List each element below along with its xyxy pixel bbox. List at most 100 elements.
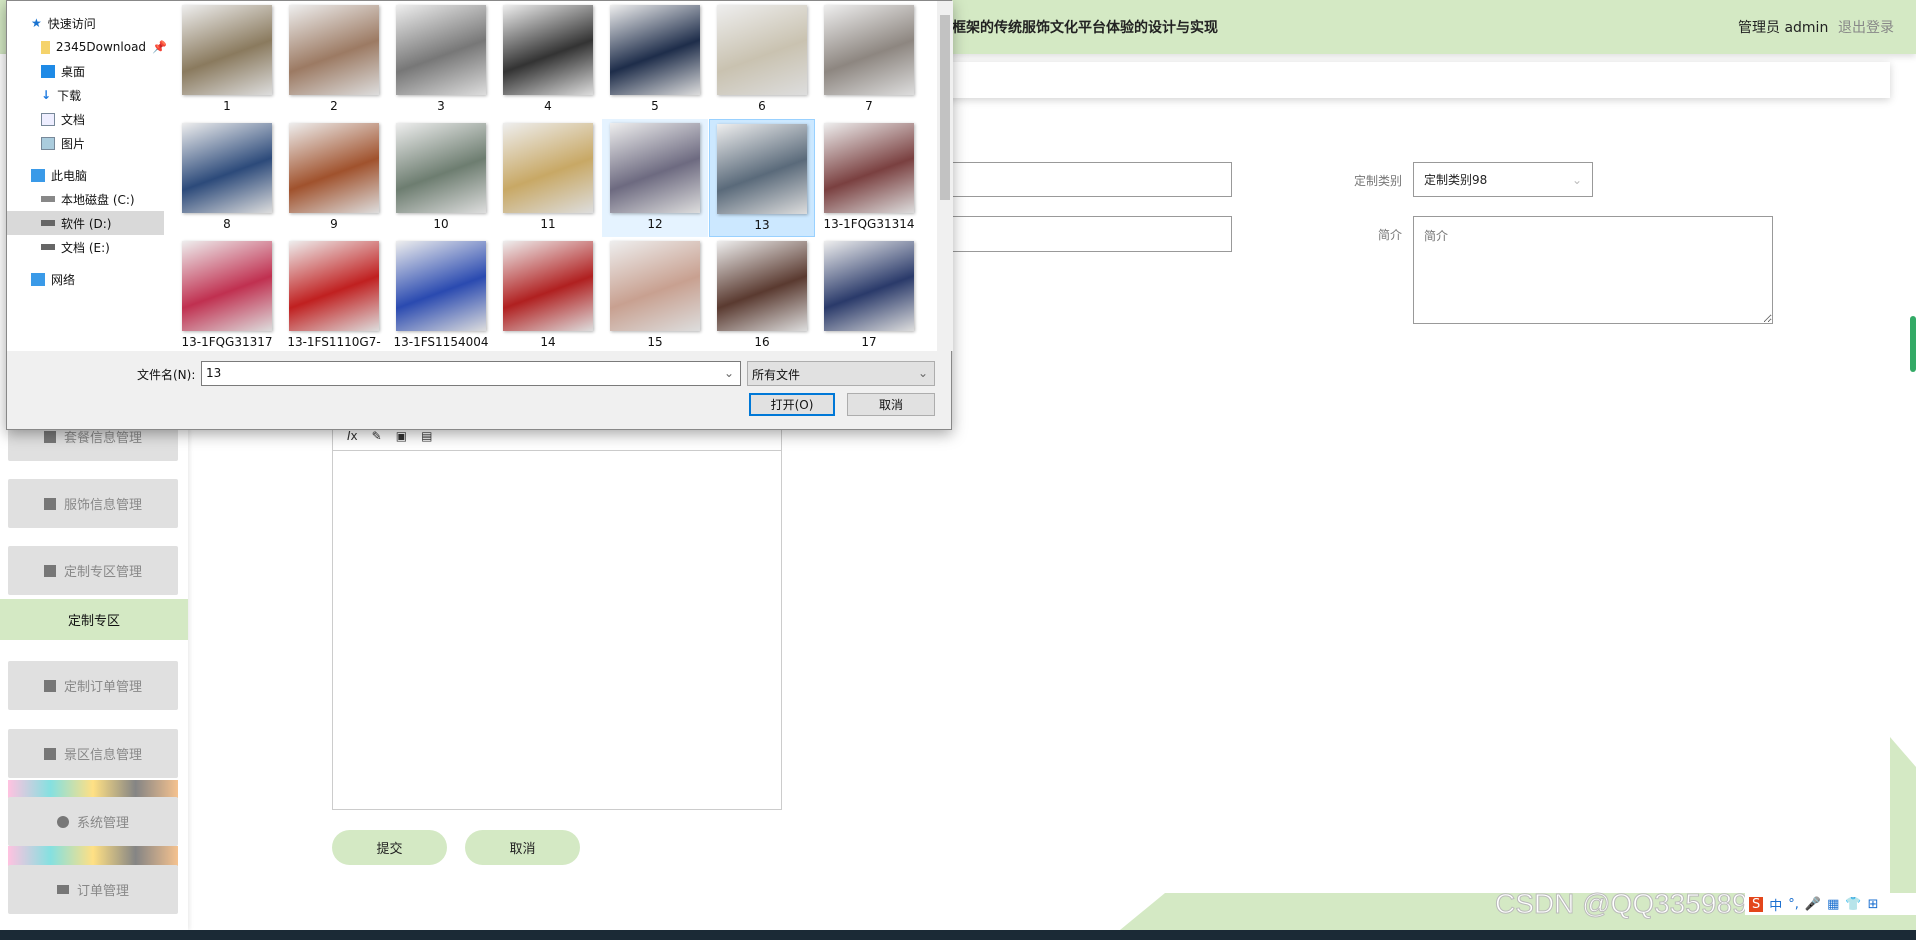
- file-thumbnail: [824, 5, 914, 95]
- file-item[interactable]: 1: [174, 1, 280, 119]
- file-item[interactable]: 10: [388, 119, 494, 237]
- dialog-cancel-button[interactable]: 取消: [847, 393, 935, 416]
- save-icon[interactable]: ▤: [421, 429, 432, 443]
- sidebar-item-label: 订单管理: [76, 884, 129, 899]
- skin-icon[interactable]: 👕: [1845, 897, 1861, 912]
- drive-icon: [41, 244, 55, 250]
- file-item[interactable]: 6: [709, 1, 815, 119]
- file-item[interactable]: 5: [602, 1, 708, 119]
- file-thumbnail: [503, 123, 593, 213]
- nav-this-pc[interactable]: 此电脑: [7, 163, 167, 187]
- file-thumbnail: [503, 5, 593, 95]
- logout-link[interactable]: 退出登录: [1838, 17, 1894, 37]
- filename-input[interactable]: 13 ⌄: [201, 361, 741, 386]
- link-icon[interactable]: ✎: [372, 429, 382, 443]
- clear-format-icon[interactable]: Ix: [347, 429, 358, 443]
- cancel-button[interactable]: 取消: [465, 830, 580, 865]
- file-name: 9: [330, 217, 338, 231]
- file-open-dialog: ★ 快速访问 2345Download 📌 桌面 ↓ 下载 文档 图片 此电脑 本地磁…: [6, 0, 953, 430]
- chevron-down-icon: ⌄: [917, 366, 928, 380]
- ime-toolbar: S 中 °, 🎤 ▦ 👕 ⊞: [1745, 893, 1916, 915]
- keyboard-icon[interactable]: ▦: [1827, 897, 1839, 912]
- chevron-down-icon[interactable]: ⌄: [724, 366, 734, 380]
- file-item[interactable]: 13-1FQG31314: [816, 119, 922, 237]
- file-name: 5: [651, 99, 659, 113]
- file-item[interactable]: 7: [816, 1, 922, 119]
- nav-downloads[interactable]: ↓ 下载: [7, 83, 167, 107]
- file-thumbnail: [824, 123, 914, 213]
- filename-label: 文件名(N):: [137, 368, 196, 382]
- punct-icon[interactable]: °,: [1788, 897, 1799, 912]
- side-scroll-handle[interactable]: [1910, 316, 1916, 372]
- open-button[interactable]: 打开(O): [749, 393, 835, 416]
- sidebar-item-label: 定制订单管理: [63, 680, 142, 695]
- mic-icon[interactable]: 🎤: [1805, 897, 1821, 912]
- sidebar-item-system[interactable]: 系统管理: [8, 797, 178, 846]
- file-thumbnail: [610, 123, 700, 213]
- nav-label: 本地磁盘 (C:): [61, 192, 135, 207]
- category-select-value: 定制类别98: [1424, 173, 1488, 187]
- file-item[interactable]: 16: [709, 237, 815, 351]
- nav-drive-c[interactable]: 本地磁盘 (C:): [7, 187, 167, 211]
- sidebar-item-orders[interactable]: 订单管理: [8, 865, 178, 914]
- file-item[interactable]: 13: [709, 119, 815, 237]
- file-item[interactable]: 13-1FS1154004: [388, 237, 494, 351]
- file-item[interactable]: 4: [495, 1, 601, 119]
- sidebar-decoration-image: [8, 780, 178, 798]
- category-select[interactable]: 定制类别98 ⌄: [1413, 162, 1593, 197]
- file-name: 13-1FS1110G7-: [287, 335, 381, 349]
- sidebar-item-custom-zone-mgmt[interactable]: 定制专区管理: [8, 546, 178, 595]
- file-item[interactable]: 11: [495, 119, 601, 237]
- intro-textarea[interactable]: [1413, 216, 1773, 324]
- file-thumbnail: [503, 241, 593, 331]
- navigation-pane: ★ 快速访问 2345Download 📌 桌面 ↓ 下载 文档 图片 此电脑 本地磁…: [7, 1, 167, 351]
- file-item[interactable]: 17: [816, 237, 922, 351]
- sidebar-item-custom-zone[interactable]: 定制专区: [0, 599, 188, 640]
- file-item[interactable]: 12: [602, 119, 708, 237]
- file-thumbnail: [182, 241, 272, 331]
- computer-icon: [31, 168, 45, 182]
- sidebar-decoration-image: [8, 846, 178, 866]
- scrollbar-thumb[interactable]: [940, 15, 950, 200]
- sidebar-item-clothing[interactable]: 服饰信息管理: [8, 479, 178, 528]
- nav-documents[interactable]: 文档: [7, 107, 167, 131]
- nav-2345download[interactable]: 2345Download 📌: [7, 35, 167, 59]
- image-icon[interactable]: ▣: [396, 429, 407, 443]
- chinese-mode-icon[interactable]: 中: [1769, 895, 1782, 914]
- intro-label: 简介: [1378, 228, 1403, 242]
- rich-text-editor[interactable]: Ix ✎ ▣ ▤: [332, 420, 782, 810]
- menu-icon: [56, 885, 69, 894]
- nav-drive-e[interactable]: 文档 (E:): [7, 235, 167, 259]
- file-name: 17: [861, 335, 877, 349]
- file-name: 4: [544, 99, 552, 113]
- nav-desktop[interactable]: 桌面: [7, 59, 167, 83]
- grid-scrollbar[interactable]: [937, 1, 953, 351]
- file-item[interactable]: 9: [281, 119, 387, 237]
- nav-quick-access[interactable]: ★ 快速访问: [7, 11, 167, 35]
- file-grid: 1 2 3 4 5 6 7 8 9 10 11 12 13 13-1FQG31314 13-1FQG3131…: [167, 1, 937, 351]
- nav-label: 文档: [61, 112, 86, 127]
- nav-label: 桌面: [61, 64, 86, 79]
- file-name: 13-1FQG31317: [181, 335, 273, 349]
- file-item[interactable]: 3: [388, 1, 494, 119]
- nav-pictures[interactable]: 图片: [7, 131, 167, 155]
- file-item[interactable]: 13-1FS1110G7-: [281, 237, 387, 351]
- sidebar-item-scenic[interactable]: 景区信息管理: [8, 729, 178, 778]
- file-name: 12: [647, 217, 663, 231]
- file-name: 13-1FS1154004: [393, 335, 489, 349]
- file-type-select[interactable]: 所有文件 ⌄: [747, 361, 935, 386]
- nav-network[interactable]: 网络: [7, 267, 167, 291]
- file-thumbnail: [289, 241, 379, 331]
- file-name: 13: [754, 218, 770, 232]
- site-title: 框架的传统服饰文化平台体验的设计与实现: [952, 20, 1218, 36]
- file-item[interactable]: 8: [174, 119, 280, 237]
- sidebar-item-custom-orders[interactable]: 定制订单管理: [8, 661, 178, 710]
- file-item[interactable]: 2: [281, 1, 387, 119]
- tools-icon[interactable]: ⊞: [1868, 897, 1879, 912]
- submit-button[interactable]: 提交: [332, 830, 447, 865]
- nav-drive-d[interactable]: 软件 (D:): [7, 211, 164, 235]
- sogou-icon[interactable]: S: [1749, 896, 1764, 912]
- file-item[interactable]: 13-1FQG31317: [174, 237, 280, 351]
- file-item[interactable]: 14: [495, 237, 601, 351]
- file-item[interactable]: 15: [602, 237, 708, 351]
